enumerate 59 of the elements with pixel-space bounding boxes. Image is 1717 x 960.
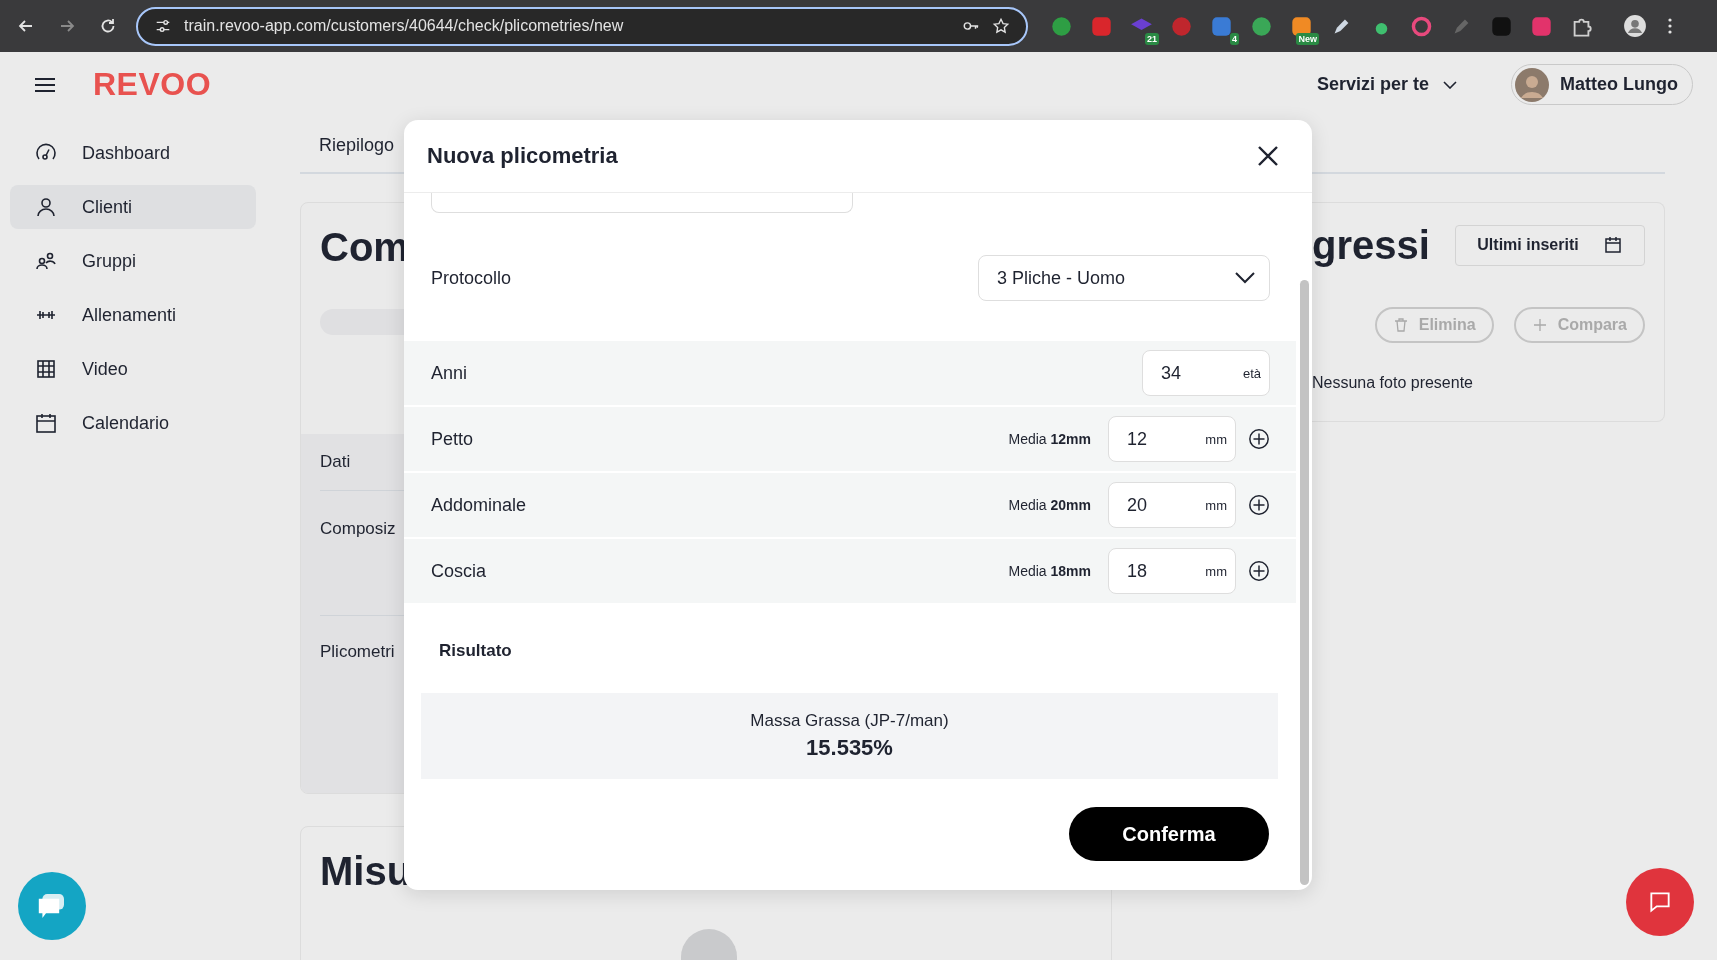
- input-field[interactable]: 20 mm: [1108, 482, 1236, 528]
- extension-badge: New: [1296, 32, 1319, 45]
- url-text: train.revoo-app.com/customers/40644/check/plicometries/new: [184, 17, 625, 35]
- average-label: Media 12mm: [1008, 431, 1091, 447]
- row-label: Plicometri: [320, 642, 395, 662]
- confirm-button[interactable]: Conferma: [1069, 807, 1269, 861]
- input-field[interactable]: 34 età: [1142, 350, 1270, 396]
- extension-badge: 21: [1145, 32, 1159, 45]
- profile-icon[interactable]: [1623, 14, 1647, 38]
- avatar: [1515, 67, 1549, 102]
- film-icon: [34, 357, 58, 381]
- average-label: Media 18mm: [1008, 563, 1091, 579]
- result-heading: Risultato: [439, 641, 513, 661]
- sidebar-item[interactable]: Dashboard: [10, 131, 256, 175]
- result-value: 15.535%: [806, 735, 893, 761]
- input-field[interactable]: 18 mm: [1108, 548, 1236, 594]
- close-icon[interactable]: [1256, 144, 1280, 168]
- plus-icon: [1531, 317, 1548, 333]
- card-title: gressi: [1312, 222, 1430, 269]
- sidebar-item[interactable]: Calendario: [10, 401, 256, 445]
- add-icon[interactable]: [1248, 494, 1270, 516]
- sort-button[interactable]: Ultimi inseriti: [1455, 224, 1645, 266]
- services-menu[interactable]: Servizi per te: [1316, 74, 1457, 95]
- add-icon[interactable]: [1248, 428, 1270, 450]
- tab[interactable]: Riepilogo: [300, 135, 395, 172]
- sidebar-item[interactable]: Allenamenti: [10, 293, 256, 337]
- star-icon[interactable]: [992, 17, 1010, 35]
- modal-title: Nuova plicometria: [427, 143, 618, 169]
- input-field[interactable]: 12 mm: [1108, 416, 1236, 462]
- trash-icon: [1392, 317, 1409, 333]
- message-icon: [1647, 889, 1673, 915]
- chevron-icon: [1443, 80, 1457, 89]
- field-label: Coscia: [431, 560, 488, 582]
- sidebar-item[interactable]: Gruppi: [10, 239, 256, 283]
- field-label: Protocollo: [431, 267, 512, 289]
- calendar-icon: [34, 411, 58, 435]
- average-label: Media 20mm: [1008, 497, 1091, 513]
- menu-icon[interactable]: [34, 76, 56, 93]
- protocol-select[interactable]: 3 Pliche - Uomo: [978, 255, 1270, 301]
- field-label: Anni: [431, 362, 469, 384]
- user-menu[interactable]: Matteo Lungo: [1511, 64, 1693, 105]
- address-bar[interactable]: train.revoo-app.com/customers/40644/check/plicometries/new: [136, 6, 1028, 46]
- person-icon: [34, 195, 58, 219]
- empty-message: Nessuna foto presente: [1312, 374, 1474, 392]
- chevron-icon: [1235, 272, 1255, 284]
- result-label: Massa Grassa (JP-7/man): [750, 711, 949, 731]
- extension-badge: 4: [1230, 32, 1239, 45]
- scrollbar[interactable]: [1299, 280, 1309, 885]
- card-title: Com: [320, 224, 410, 271]
- extension-icon[interactable]: [1050, 14, 1073, 38]
- site-settings-icon[interactable]: [154, 17, 172, 35]
- menu-icon[interactable]: [1667, 16, 1673, 36]
- extension-icon[interactable]: [1290, 14, 1313, 38]
- add-icon[interactable]: [1248, 560, 1270, 582]
- sidebar-item[interactable]: Clienti: [10, 185, 256, 229]
- field-label: Addominale: [431, 494, 528, 516]
- calendar-icon: [1602, 235, 1623, 255]
- extension-icon[interactable]: [1250, 14, 1273, 38]
- sidebar-item[interactable]: Video: [10, 347, 256, 391]
